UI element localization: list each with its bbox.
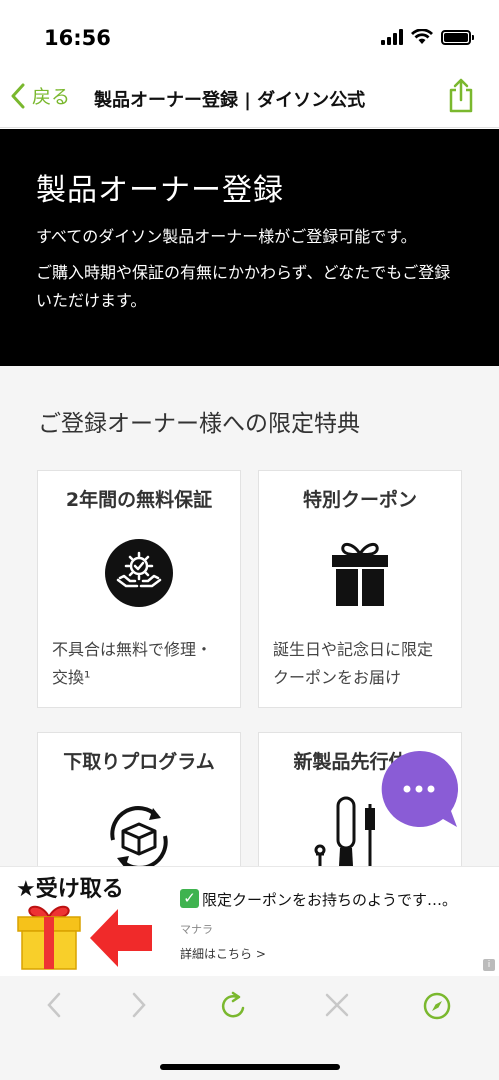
hero-title: 製品オーナー登録 [36,173,284,208]
hero-text-2: ご購入時期や保証の有無にかかわらず、どなたでもご登録いただけます。 [36,263,451,310]
chevron-right-icon [132,992,146,1018]
safari-button[interactable] [421,990,453,1026]
card-title: 下取りプログラム [63,751,215,773]
share-button[interactable] [447,78,475,118]
hero-text-1: すべてのダイソン製品オーナー様がご登録可能です。 [36,227,417,246]
forward-nav-button[interactable] [127,990,151,1024]
benefit-card-coupon[interactable]: 特別クーポン 誕生日や記念日に限定クーポンをお届け [258,470,462,708]
share-icon [449,78,473,113]
card-desc: 誕生日や記念日に限定クーポンをお届け [273,640,434,687]
back-nav-button[interactable] [42,990,66,1024]
back-button[interactable]: 戻る [10,82,70,109]
ad-title: 限定クーポンをお持ちのようです…。 [202,891,458,909]
back-label: 戻る [32,86,71,108]
hero-section: 製品オーナー登録 すべてのダイソン製品オーナー様がご登録可能です。 ご購入時期や… [0,129,499,366]
warranty-hands-gear-icon [38,538,240,608]
compass-icon [423,992,451,1020]
navigation-bar: 戻る 製品オーナー登録 | ダイソン公式 [0,70,499,128]
battery-icon [441,29,474,45]
page-title: 製品オーナー登録 | ダイソン公式 [94,90,366,111]
close-button[interactable] [322,990,352,1024]
card-title: 2年間の無料保証 [65,489,213,511]
ad-details-link[interactable]: 詳細はこちら > [180,945,266,962]
close-icon [325,993,349,1017]
chevron-left-icon [11,83,25,108]
card-title: 特別クーポン [302,489,417,511]
home-indicator [160,1064,340,1070]
chevron-left-icon [47,992,61,1018]
status-bar: 16:56 [0,0,499,70]
status-icons [381,29,474,45]
card-desc: 不具合は無料で修理・交換¹ [52,640,213,687]
chat-bubble-icon [381,750,459,827]
box-recycle-icon [38,800,240,876]
reload-icon [221,991,245,1018]
check-icon: ✓ [180,889,199,908]
signal-icon [381,29,403,45]
wifi-icon [411,29,433,44]
receive-label: ★受け取る [16,877,124,902]
ad-banner[interactable]: ★受け取る ✓ 限定クーポンをお持ちのようです…。 マナラ 詳細はこちら > i [0,866,499,976]
gift-box-icon [259,538,461,608]
section-title: ご登録オーナー様への限定特典 [38,411,360,437]
browser-toolbar [0,976,499,1080]
ad-info-icon[interactable]: i [483,959,495,971]
chat-button[interactable] [379,749,459,829]
reload-button[interactable] [217,990,249,1026]
benefit-card-warranty[interactable]: 2年間の無料保証 不具合は無料で修理・交換¹ [37,470,241,708]
status-time: 16:56 [44,26,111,50]
ad-source: マナラ [180,923,213,936]
arrow-left-icon [88,907,154,973]
gift-icon [16,901,82,975]
